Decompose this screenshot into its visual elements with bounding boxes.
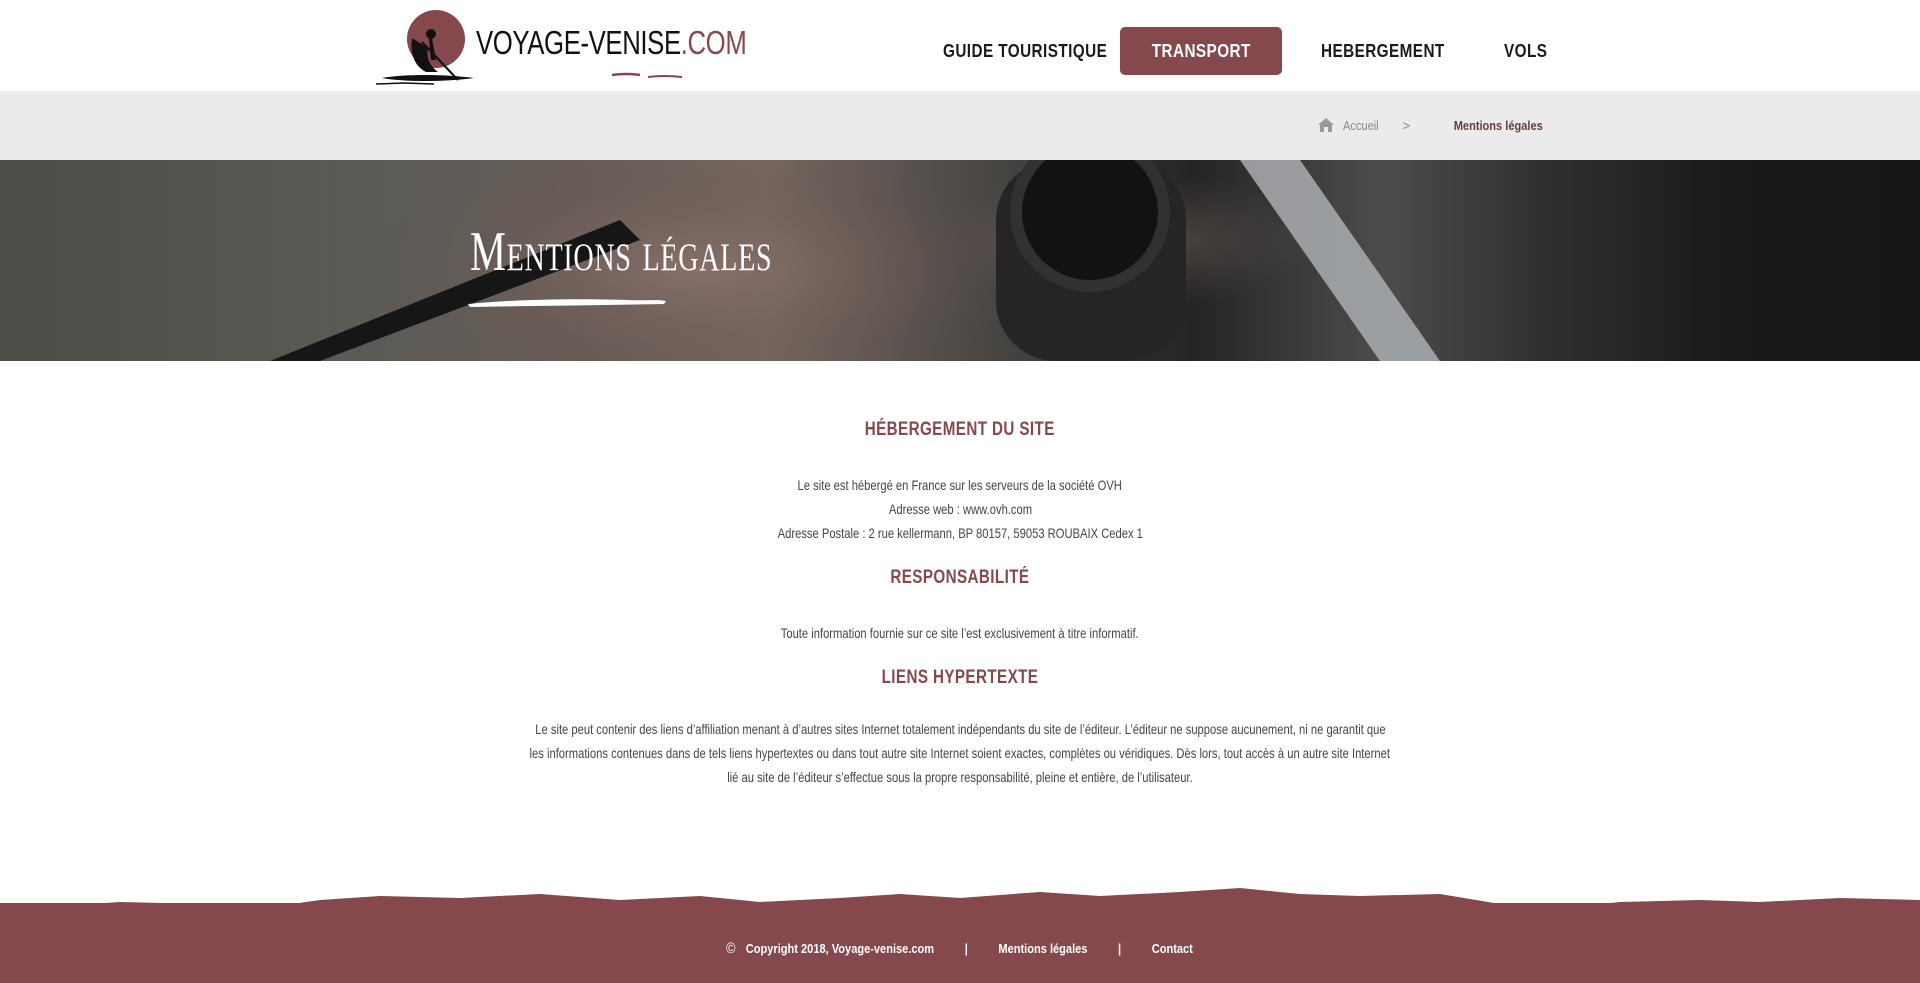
links-line-1: Le site peut contenir des liens d’affili… xyxy=(0,717,1920,741)
title-brush-underline xyxy=(468,299,666,307)
responsibility-text: Toute information fournie sur ce site l’… xyxy=(0,621,1920,645)
footer-mentions-legales-link[interactable]: Mentions légales xyxy=(999,941,1088,956)
main-content: HÉBERGEMENT DU SITE Le site est hébergé … xyxy=(0,361,1920,881)
hosting-line-3-text: Adresse Postale : 2 rue kellermann, BP 8… xyxy=(777,525,1143,541)
hero-banner: Mentions légales xyxy=(0,160,1920,361)
main-nav: GUIDE TOURISTIQUE TRANSPORT HEBERGEMENT … xyxy=(0,27,1920,75)
footer-divider-1: | xyxy=(965,941,969,956)
hosting-line-2-text: Adresse web : www.ovh.com xyxy=(888,501,1032,517)
hosting-line-1: Le site est hébergé en France sur les se… xyxy=(0,473,1920,497)
breadcrumb: Accueil > Mentions légales xyxy=(1317,117,1543,133)
links-line-2: les informations contenues dans de tels … xyxy=(0,741,1920,765)
nav-vols[interactable]: VOLS xyxy=(1504,27,1547,75)
section-title-hebergement-text: HÉBERGEMENT DU SITE xyxy=(864,419,1056,440)
copyright-icon: © xyxy=(726,940,737,957)
footer-divider-2: | xyxy=(1118,941,1122,956)
hosting-line-3: Adresse Postale : 2 rue kellermann, BP 8… xyxy=(0,521,1920,545)
responsibility-text-span: Toute information fournie sur ce site l’… xyxy=(781,625,1139,641)
section-title-liens: LIENS HYPERTEXTE xyxy=(0,667,1920,689)
page-title: Mentions légales xyxy=(470,221,773,283)
breadcrumb-separator: > xyxy=(1402,117,1411,133)
links-line-2-text: les informations contenues dans de tels … xyxy=(529,745,1391,761)
section-title-responsabilite-text: RESPONSABILITÉ xyxy=(890,567,1030,588)
site-header: VOYAGE-VENISE.COM GUIDE TOURISTIQUE TRAN… xyxy=(0,0,1920,91)
breadcrumb-home-link[interactable]: Accueil xyxy=(1343,118,1379,133)
links-line-1-text: Le site peut contenir des liens d’affili… xyxy=(534,721,1386,737)
footer-row: © Copyright 2018, Voyage-venise.com | Me… xyxy=(727,940,1194,957)
hosting-line-1-text: Le site est hébergé en France sur les se… xyxy=(797,477,1123,493)
home-icon[interactable] xyxy=(1317,117,1335,133)
links-line-3: lié au site de l’éditeur s’effectue sous… xyxy=(0,765,1920,789)
footer-contact-link[interactable]: Contact xyxy=(1152,941,1193,956)
footer-copyright: Copyright 2018, Voyage-venise.com xyxy=(746,941,935,956)
nav-guide-touristique[interactable]: GUIDE TOURISTIQUE xyxy=(943,27,1107,75)
site-footer: © Copyright 2018, Voyage-venise.com | Me… xyxy=(0,880,1920,983)
section-title-responsabilite: RESPONSABILITÉ xyxy=(0,567,1920,589)
nav-hebergement[interactable]: HEBERGEMENT xyxy=(1321,27,1445,75)
nav-transport-label: TRANSPORT xyxy=(1151,41,1251,61)
breadcrumb-bar: Accueil > Mentions légales xyxy=(0,91,1920,160)
section-title-liens-text: LIENS HYPERTEXTE xyxy=(881,667,1039,688)
hosting-line-2: Adresse web : www.ovh.com xyxy=(0,497,1920,521)
section-title-hebergement: HÉBERGEMENT DU SITE xyxy=(0,419,1920,441)
hero-background-image xyxy=(0,160,1920,361)
breadcrumb-current: Mentions légales xyxy=(1453,117,1543,133)
links-line-3-text: lié au site de l’éditeur s’effectue sous… xyxy=(727,769,1193,785)
nav-transport[interactable]: TRANSPORT xyxy=(1120,27,1282,75)
footer-links: © Copyright 2018, Voyage-venise.com | Me… xyxy=(0,940,1920,957)
